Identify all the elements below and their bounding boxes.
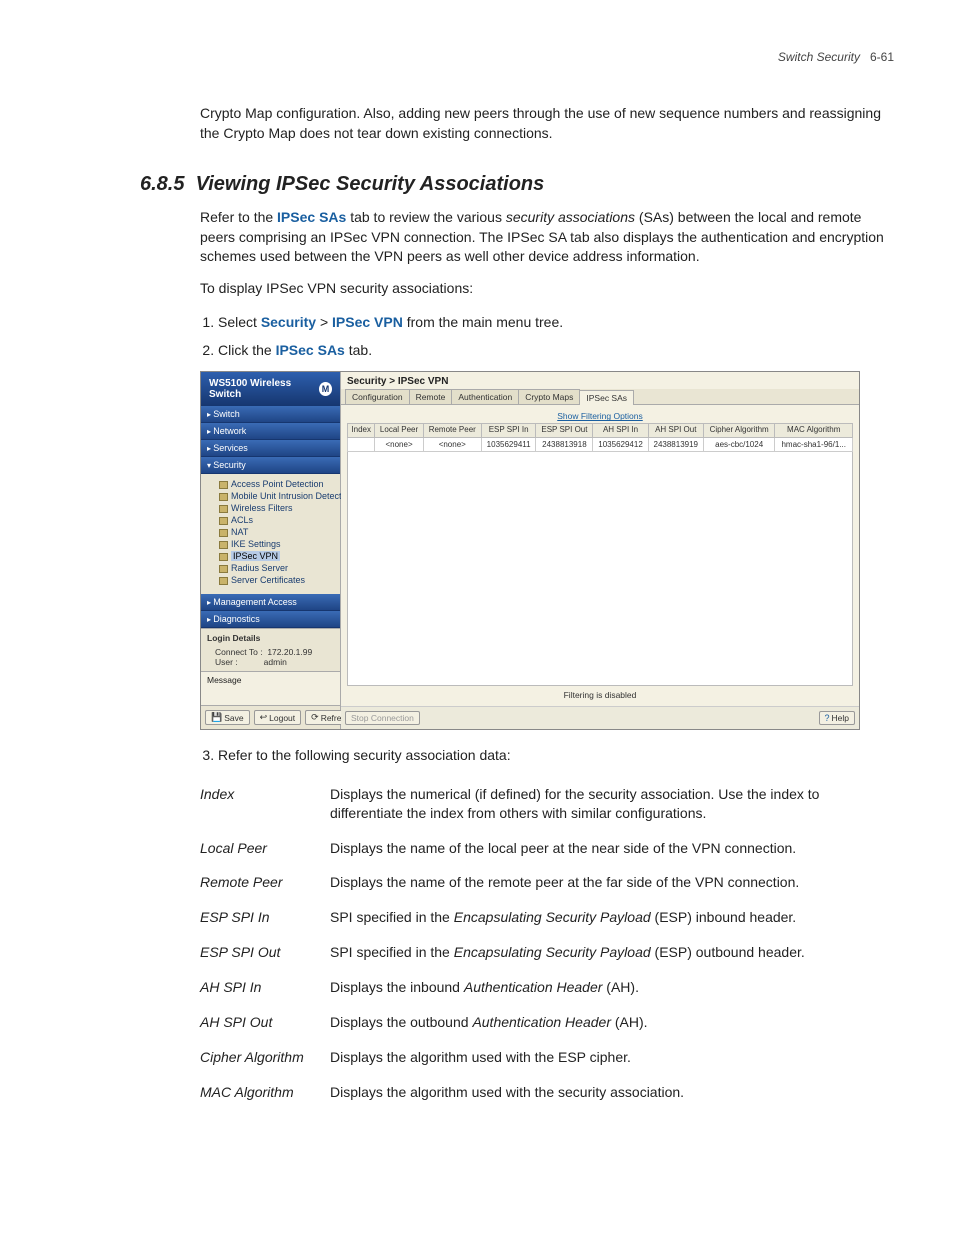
para-2: To display IPSec VPN security associatio… xyxy=(200,279,894,299)
tab-configuration[interactable]: Configuration xyxy=(345,389,410,404)
def-term: ESP SPI Out xyxy=(200,935,330,970)
tab-remote[interactable]: Remote xyxy=(409,389,453,404)
help-button[interactable]: ?Help xyxy=(819,711,856,725)
tree-ap-detection[interactable]: Access Point Detection xyxy=(209,478,336,490)
tree-nat[interactable]: NAT xyxy=(209,526,336,538)
def-term: Remote Peer xyxy=(200,865,330,900)
col-esp-spi-in[interactable]: ESP SPI In xyxy=(481,424,536,438)
def-desc: SPI specified in the Encapsulating Secur… xyxy=(330,900,894,935)
steps-list: Select Security > IPSec VPN from the mai… xyxy=(200,311,894,362)
steps-list-cont: Refer to the following security associat… xyxy=(200,744,894,766)
table-row[interactable]: <none> <none> 1035629411 2438813918 1035… xyxy=(348,438,853,452)
col-mac[interactable]: MAC Algorithm xyxy=(775,424,853,438)
show-filtering-link[interactable]: Show Filtering Options xyxy=(347,411,853,421)
tree-wireless-filters[interactable]: Wireless Filters xyxy=(209,502,336,514)
tree-mu-intrusion[interactable]: Mobile Unit Intrusion Detection xyxy=(209,490,336,502)
folder-icon xyxy=(219,577,228,585)
def-desc: Displays the outbound Authentication Hea… xyxy=(330,1005,894,1040)
folder-icon xyxy=(219,481,228,489)
logo-icon: M xyxy=(319,382,332,396)
logout-button[interactable]: ↩Logout xyxy=(254,710,302,725)
save-button[interactable]: 💾Save xyxy=(205,710,250,725)
section-number: 6.8.5 xyxy=(140,173,184,195)
def-term: Index xyxy=(200,777,330,831)
header-page-number: 6-61 xyxy=(870,50,894,64)
col-ah-spi-in[interactable]: AH SPI In xyxy=(593,424,648,438)
def-term: AH SPI Out xyxy=(200,1005,330,1040)
folder-icon xyxy=(219,553,228,561)
content-pane: Security > IPSec VPN Configuration Remot… xyxy=(341,372,859,729)
nav-security[interactable]: Security xyxy=(201,457,340,474)
col-remote-peer[interactable]: Remote Peer xyxy=(423,424,481,438)
stop-connection-button[interactable]: Stop Connection xyxy=(345,711,420,725)
content-footer: Stop Connection ?Help xyxy=(341,706,859,729)
app-screenshot: WS5100 Wireless Switch M Switch Network … xyxy=(200,371,860,730)
def-desc: Displays the numerical (if defined) for … xyxy=(330,777,894,831)
col-ah-spi-out[interactable]: AH SPI Out xyxy=(648,424,703,438)
step-1: Select Security > IPSec VPN from the mai… xyxy=(218,311,894,333)
intro-paragraph: Crypto Map configuration. Also, adding n… xyxy=(200,104,894,143)
col-local-peer[interactable]: Local Peer xyxy=(375,424,423,438)
tab-crypto-maps[interactable]: Crypto Maps xyxy=(518,389,580,404)
nav-services[interactable]: Services xyxy=(201,440,340,457)
refresh-icon: ⟳ xyxy=(311,712,319,723)
folder-icon xyxy=(219,517,228,525)
message-panel: Message xyxy=(201,671,340,705)
tree-server-certs[interactable]: Server Certificates xyxy=(209,574,336,586)
tree-acls[interactable]: ACLs xyxy=(209,514,336,526)
sa-table: Index Local Peer Remote Peer ESP SPI In … xyxy=(347,423,853,452)
def-term: Cipher Algorithm xyxy=(200,1040,330,1075)
tab-authentication[interactable]: Authentication xyxy=(451,389,519,404)
folder-icon xyxy=(219,565,228,573)
def-term: Local Peer xyxy=(200,831,330,866)
connect-to-value: 172.20.1.99 xyxy=(267,647,312,657)
def-desc: Displays the inbound Authentication Head… xyxy=(330,970,894,1005)
breadcrumb: Security > IPSec VPN xyxy=(341,372,859,389)
sidebar-buttons: 💾Save ↩Logout ⟳Refresh xyxy=(201,705,340,729)
folder-icon xyxy=(219,505,228,513)
def-desc: Displays the name of the local peer at t… xyxy=(330,831,894,866)
section-title: Viewing IPSec Security Associations xyxy=(196,173,545,195)
folder-icon xyxy=(219,493,228,501)
header-title: Switch Security xyxy=(778,50,860,64)
folder-icon xyxy=(219,529,228,537)
def-term: MAC Algorithm xyxy=(200,1075,330,1110)
def-desc: SPI specified in the Encapsulating Secur… xyxy=(330,935,894,970)
definitions-table: IndexDisplays the numerical (if defined)… xyxy=(200,777,894,1110)
page-header: Switch Security 6-61 xyxy=(60,50,894,64)
sidebar: WS5100 Wireless Switch M Switch Network … xyxy=(201,372,341,729)
filter-status: Filtering is disabled xyxy=(347,690,853,700)
app-titlebar: WS5100 Wireless Switch M xyxy=(201,372,340,406)
help-icon: ? xyxy=(825,713,830,723)
def-desc: Displays the algorithm used with the ESP… xyxy=(330,1040,894,1075)
tabstrip: Configuration Remote Authentication Cryp… xyxy=(341,389,859,405)
logout-icon: ↩ xyxy=(260,712,268,723)
def-desc: Displays the name of the remote peer at … xyxy=(330,865,894,900)
nav-management[interactable]: Management Access xyxy=(201,594,340,611)
def-term: AH SPI In xyxy=(200,970,330,1005)
tab-ipsec-sas[interactable]: IPSec SAs xyxy=(579,390,634,405)
user-value: admin xyxy=(264,657,287,667)
login-details: Login Details Connect To : 172.20.1.99 U… xyxy=(201,628,340,671)
tree-ike[interactable]: IKE Settings xyxy=(209,538,336,550)
para-1: Refer to the IPSec SAs tab to review the… xyxy=(200,208,894,267)
folder-icon xyxy=(219,541,228,549)
save-icon: 💾 xyxy=(211,712,222,723)
nav-network[interactable]: Network xyxy=(201,423,340,440)
step-2: Click the IPSec SAs tab. xyxy=(218,339,894,361)
col-index[interactable]: Index xyxy=(348,424,375,438)
nav-switch[interactable]: Switch xyxy=(201,406,340,423)
table-empty-area xyxy=(347,452,853,686)
def-desc: Displays the algorithm used with the sec… xyxy=(330,1075,894,1110)
col-esp-spi-out[interactable]: ESP SPI Out xyxy=(536,424,593,438)
nav-tree: Access Point Detection Mobile Unit Intru… xyxy=(201,474,340,594)
col-cipher[interactable]: Cipher Algorithm xyxy=(703,424,775,438)
def-term: ESP SPI In xyxy=(200,900,330,935)
tree-ipsec-vpn[interactable]: IPSec VPN xyxy=(209,550,336,562)
section-heading: 6.8.5 Viewing IPSec Security Association… xyxy=(140,173,894,196)
step-3: Refer to the following security associat… xyxy=(218,744,894,766)
nav-diagnostics[interactable]: Diagnostics xyxy=(201,611,340,628)
tree-radius[interactable]: Radius Server xyxy=(209,562,336,574)
